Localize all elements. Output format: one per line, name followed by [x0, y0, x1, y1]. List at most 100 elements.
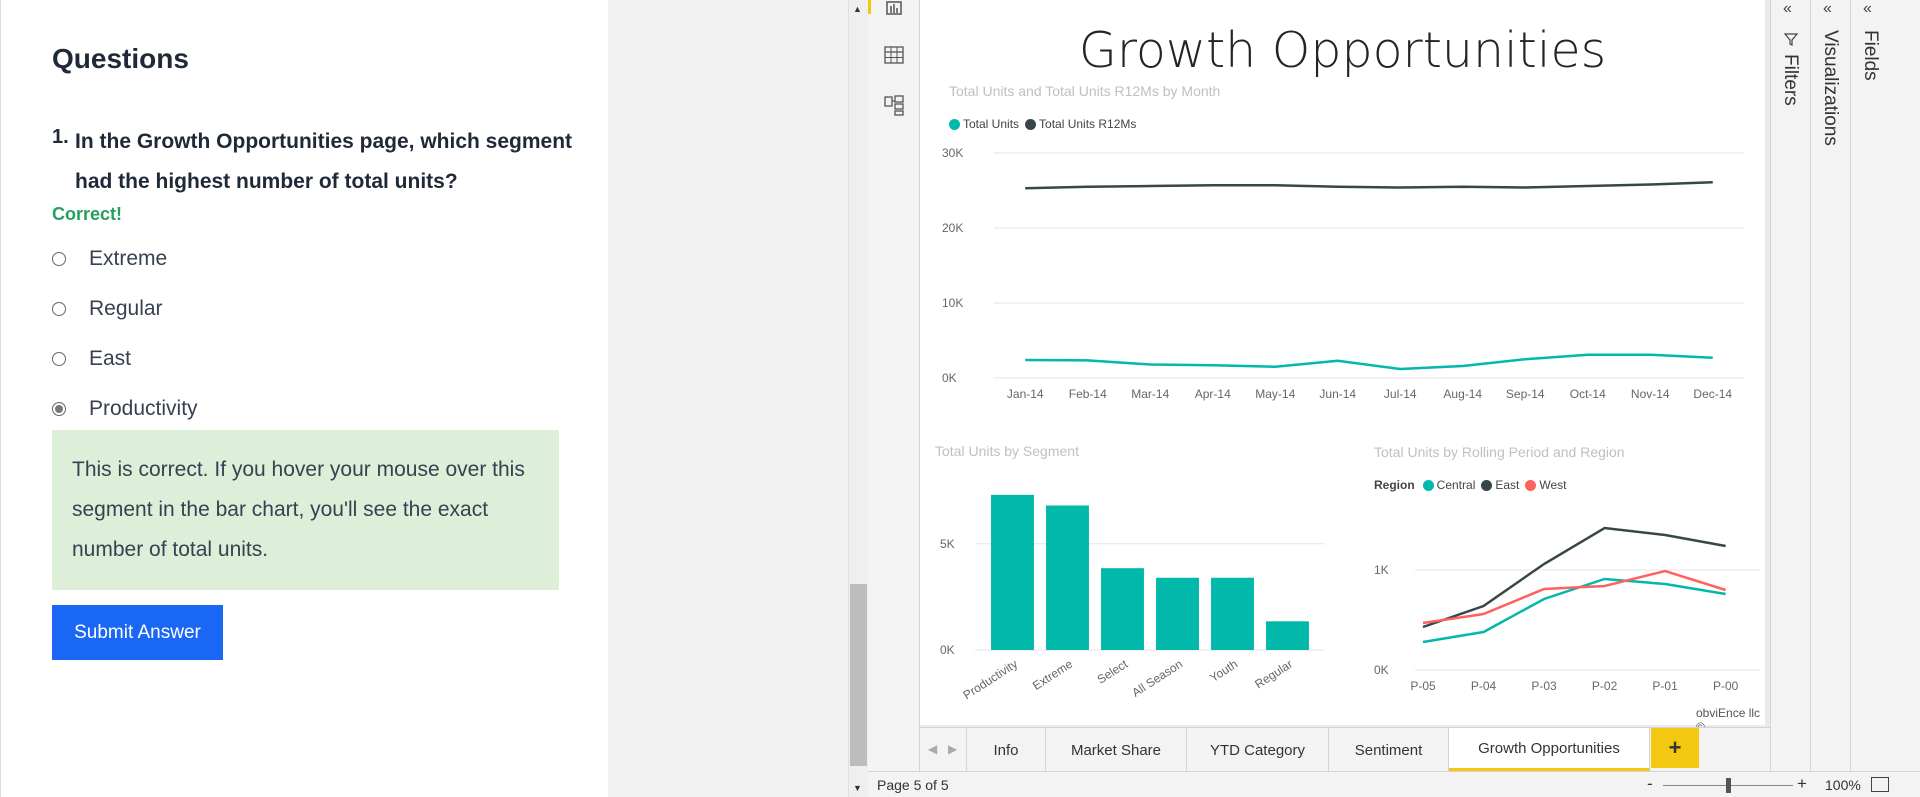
bar [991, 494, 1034, 650]
x-tick-label: Productivity [960, 657, 1020, 703]
x-tick-label: May-14 [1255, 387, 1295, 401]
radio-button[interactable] [52, 302, 66, 316]
bar [1211, 577, 1254, 650]
question-text: In the Growth Opportunities page, which … [75, 130, 573, 193]
bar-chart-segment[interactable]: 5K 0K Productivity Extreme Select All Season Y… [920, 470, 1350, 715]
legend-marker [1025, 118, 1037, 130]
fit-to-page-icon[interactable] [1871, 777, 1889, 792]
x-tick-label: Select [1095, 656, 1131, 686]
report-page: Growth Opportunities Total Units and Tot… [920, 0, 1765, 734]
chart-legend: Total Units Total Units R12Ms [949, 117, 1136, 131]
legend-marker [1422, 479, 1434, 491]
visualizations-pane-label: Visualizations [1820, 30, 1841, 146]
question-number: 1. [52, 126, 69, 148]
x-tick-label: Extreme [1030, 657, 1075, 693]
radio-button-selected[interactable] [52, 402, 66, 416]
y-tick-label: 20K [942, 221, 963, 235]
scroll-up-icon[interactable]: ▲ [853, 4, 862, 14]
option-label: East [89, 347, 132, 370]
series-line [1025, 181, 1713, 190]
option-extreme[interactable]: Extreme [52, 244, 167, 274]
x-tick-label: Jan-14 [1007, 387, 1044, 401]
y-tick-label: 10K [942, 296, 963, 310]
filters-pane-label: Filters [1780, 54, 1801, 106]
x-tick-label: Dec-14 [1693, 387, 1732, 401]
series-line [1422, 569, 1727, 625]
x-tick-label: P-00 [1713, 679, 1739, 693]
collapse-chevron-icon[interactable]: « [1823, 0, 1832, 18]
collapse-chevron-icon[interactable]: « [1783, 0, 1792, 18]
x-tick-label: P-01 [1652, 679, 1678, 693]
x-tick-label: Nov-14 [1631, 387, 1670, 401]
page-scrollbar[interactable]: ▲ ▼ [848, 0, 868, 797]
data-view-icon[interactable] [883, 44, 905, 66]
x-tick-label: Aug-14 [1443, 387, 1482, 401]
option-regular[interactable]: Regular [52, 294, 163, 324]
x-tick-label: Apr-14 [1195, 387, 1231, 401]
scroll-down-icon[interactable]: ▼ [853, 783, 862, 793]
quiz-panel: Questions 1. In the Growth Opportunities… [0, 0, 608, 797]
filters-pane[interactable]: « Filters [1770, 0, 1810, 771]
legend-label: West [1539, 478, 1567, 492]
option-east[interactable]: East [52, 344, 131, 374]
zoom-in-button[interactable]: + [1797, 774, 1807, 794]
x-tick-label: Regular [1252, 657, 1295, 692]
bar [1266, 621, 1309, 650]
x-tick-label: Oct-14 [1570, 387, 1606, 401]
legend-label: Central [1436, 478, 1476, 492]
chart-title: Total Units and Total Units R12Ms by Mon… [949, 83, 1221, 99]
series-line [1422, 526, 1726, 629]
x-tick-label: P-04 [1471, 679, 1497, 693]
legend-label: East [1495, 478, 1520, 492]
x-tick-label: P-05 [1410, 679, 1436, 693]
visualizations-pane[interactable]: « Visualizations [1810, 0, 1850, 771]
collapse-chevron-icon[interactable]: « [1863, 0, 1872, 18]
tab-prev-icon[interactable]: ◀ [928, 742, 937, 756]
line-chart-monthly[interactable]: 30K 20K 10K 0K Jan-14 Feb-14 Mar-14 Apr-14 May-1… [934, 138, 1764, 413]
page-indicator: Page 5 of 5 [877, 777, 949, 793]
scrollbar-thumb[interactable] [850, 584, 867, 766]
zoom-out-button[interactable]: - [1647, 774, 1653, 794]
bar [1046, 505, 1089, 650]
y-tick-label: 0K [940, 643, 955, 657]
y-tick-label: 5K [940, 537, 955, 551]
add-page-button[interactable]: + [1651, 728, 1699, 768]
tab-ytd-category[interactable]: YTD Category [1187, 728, 1329, 772]
tab-next-icon[interactable]: ▶ [948, 742, 957, 756]
tab-growth-opportunities[interactable]: Growth Opportunities [1449, 728, 1650, 772]
y-tick-label: 0K [942, 371, 957, 385]
model-view-icon[interactable] [883, 94, 905, 116]
feedback-box: This is correct. If you hover your mouse… [52, 430, 559, 590]
zoom-level: 100% [1825, 777, 1861, 793]
x-tick-label: Feb-14 [1069, 387, 1107, 401]
x-tick-label: Mar-14 [1131, 387, 1169, 401]
questions-heading: Questions [52, 43, 189, 74]
legend-marker [1525, 479, 1537, 491]
tab-info[interactable]: Info [966, 728, 1046, 772]
x-tick-label: Sep-14 [1506, 387, 1545, 401]
page-title: Growth Opportunities [1078, 22, 1607, 79]
chart-title: Total Units by Rolling Period and Region [1374, 444, 1625, 460]
powerbi-app: Growth Opportunities Total Units and Tot… [868, 0, 1920, 797]
zoom-slider-thumb[interactable] [1726, 778, 1731, 793]
chart-legend: Region Central East West [1374, 478, 1567, 492]
x-tick-label: Youth [1207, 657, 1240, 685]
radio-button[interactable] [52, 252, 66, 266]
x-tick-label: All Season [1129, 657, 1185, 700]
fields-pane[interactable]: « Fields [1850, 0, 1920, 771]
legend-title: Region [1374, 478, 1415, 492]
bar [1156, 577, 1199, 650]
radio-button[interactable] [52, 352, 66, 366]
status-bar: Page 5 of 5 - + 100% [868, 771, 1920, 797]
view-rail [868, 0, 920, 771]
line-chart-region[interactable]: 1K 0K P-05 P-04 P-03 P-02 P-01 P-00 [1360, 500, 1765, 705]
legend-label: Total Units [963, 117, 1020, 131]
chart-title: Total Units by Segment [935, 443, 1079, 459]
legend-label: Total Units R12Ms [1039, 117, 1137, 131]
tab-sentiment[interactable]: Sentiment [1329, 728, 1449, 772]
report-view-icon[interactable] [883, 0, 905, 22]
option-productivity[interactable]: Productivity [52, 394, 198, 424]
tab-market-share[interactable]: Market Share [1046, 728, 1187, 772]
y-tick-label: 30K [942, 146, 963, 160]
submit-answer-button[interactable]: Submit Answer [52, 605, 223, 660]
